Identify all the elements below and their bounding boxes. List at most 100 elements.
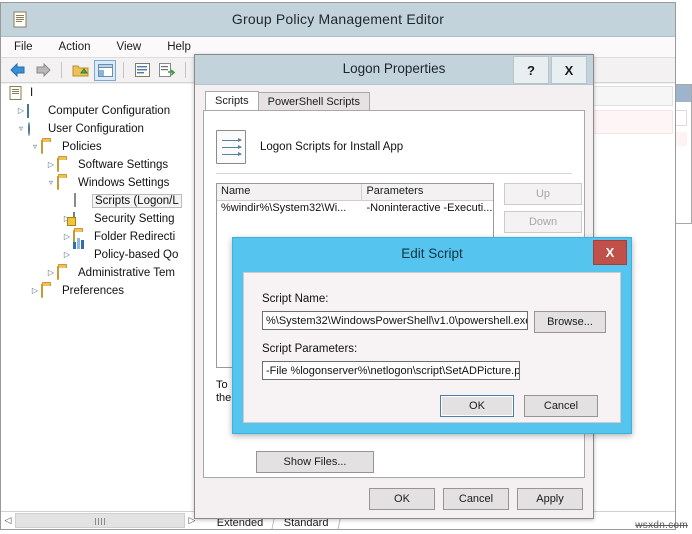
scripts-heading: Logon Scripts for Install App bbox=[260, 141, 404, 153]
close-button[interactable]: X bbox=[551, 56, 587, 84]
logon-properties-titlebar: Logon Properties ? X bbox=[195, 55, 593, 85]
bar-chart-icon bbox=[73, 237, 90, 263]
script-icon bbox=[73, 192, 90, 209]
chevron-down-icon[interactable]: ▿ bbox=[15, 120, 27, 138]
tree-root-label: I bbox=[30, 87, 34, 99]
toolbar-separator bbox=[123, 62, 124, 78]
tree-item-computer-configuration[interactable]: ▷ Computer Configuration bbox=[3, 102, 199, 120]
scripts-list-header: Name Parameters bbox=[217, 184, 493, 201]
tree-item-folder-redirection[interactable]: ▷ Folder Redirecti bbox=[3, 228, 199, 246]
screen: Group Policy Management Editor File Acti… bbox=[0, 0, 692, 534]
edit-script-title: Edit Script bbox=[401, 246, 463, 261]
edit-script-footer: OK Cancel bbox=[440, 395, 598, 417]
show-files-button[interactable]: Show Files... bbox=[256, 451, 374, 473]
folder-icon bbox=[41, 139, 58, 155]
ok-button[interactable]: OK bbox=[440, 395, 514, 417]
console-document-icon bbox=[9, 85, 26, 101]
tree-item-label: Preferences bbox=[62, 285, 125, 297]
back-button[interactable] bbox=[7, 60, 29, 81]
tree-root[interactable]: I bbox=[3, 84, 199, 102]
folder-icon bbox=[57, 175, 74, 191]
tree-item-label: Folder Redirecti bbox=[94, 231, 176, 243]
script-parameters-label: Script Parameters: bbox=[262, 343, 358, 355]
tree-item-policy-based-qos[interactable]: ▷ Policy-based Qo bbox=[3, 237, 199, 264]
edit-script-dialog: Edit Script X Script Name: %\System32\Wi… bbox=[232, 237, 632, 434]
script-parameters-text-before-caret: -File %logonserver%\netlogon\script bbox=[266, 364, 443, 377]
script-parameters-input[interactable]: -File %logonserver%\netlogon\script \SetA… bbox=[262, 361, 520, 380]
cell-parameters: -Noninteractive -Executi... bbox=[366, 202, 493, 214]
chevron-right-icon[interactable]: ▷ bbox=[61, 228, 73, 246]
edit-script-titlebar: Edit Script X bbox=[237, 240, 627, 270]
cancel-button[interactable]: Cancel bbox=[443, 488, 509, 510]
export-icon[interactable] bbox=[156, 60, 178, 81]
tree-item-security-settings[interactable]: ▷ Security Setting bbox=[3, 210, 199, 228]
user-icon bbox=[27, 121, 44, 137]
chevron-down-icon[interactable]: ▿ bbox=[45, 174, 57, 192]
tree-item-label: Administrative Tem bbox=[78, 267, 175, 279]
script-parameters-text-after-caret: \SetADPicture.ps1 bbox=[442, 364, 520, 377]
forward-button[interactable] bbox=[32, 60, 54, 81]
script-name-label: Script Name: bbox=[262, 293, 329, 305]
column-header-parameters[interactable]: Parameters bbox=[362, 184, 493, 200]
tree-item-label: Computer Configuration bbox=[48, 105, 171, 117]
menu-item-view[interactable]: View bbox=[114, 39, 145, 55]
chevron-right-icon[interactable]: ▷ bbox=[15, 102, 27, 120]
tree-item-administrative-templates[interactable]: ▷ Administrative Tem bbox=[3, 264, 199, 282]
properties-icon[interactable] bbox=[131, 60, 153, 81]
up-button[interactable]: Up bbox=[504, 183, 582, 205]
tree-item-label: Windows Settings bbox=[78, 177, 170, 189]
down-button[interactable]: Down bbox=[504, 211, 582, 233]
apply-button[interactable]: Apply bbox=[517, 488, 583, 510]
cancel-button[interactable]: Cancel bbox=[524, 395, 598, 417]
chevron-right-icon[interactable]: ▷ bbox=[61, 246, 73, 264]
tree-item-label: Software Settings bbox=[78, 159, 169, 171]
computer-icon bbox=[27, 103, 44, 119]
tree-item-policies[interactable]: ▿ Policies bbox=[3, 138, 199, 156]
folder-icon bbox=[57, 157, 74, 173]
chevron-right-icon[interactable]: ▷ bbox=[29, 282, 41, 300]
window-title: Group Policy Management Editor bbox=[231, 11, 445, 27]
edit-script-body: Script Name: %\System32\WindowsPowerShel… bbox=[243, 272, 621, 423]
scrollbar-grip bbox=[95, 518, 105, 525]
toolbar-separator bbox=[185, 62, 186, 78]
chevron-down-icon[interactable]: ▿ bbox=[29, 138, 41, 156]
security-lock-icon bbox=[73, 211, 90, 227]
tree-item-user-configuration[interactable]: ▿ User Configuration bbox=[3, 120, 199, 138]
folder-up-icon[interactable] bbox=[69, 60, 91, 81]
script-document-icon bbox=[216, 130, 246, 164]
tree-item-label: Security Setting bbox=[94, 213, 175, 225]
tab-powershell-scripts[interactable]: PowerShell Scripts bbox=[257, 92, 370, 110]
menu-item-help[interactable]: Help bbox=[164, 39, 194, 55]
horizontal-scrollbar[interactable] bbox=[15, 513, 185, 528]
properties-tabs: Scripts PowerShell Scripts bbox=[205, 91, 370, 110]
column-header-name[interactable]: Name bbox=[217, 184, 363, 200]
tree-item-label: Policy-based Qo bbox=[94, 249, 179, 261]
tree-item-windows-settings[interactable]: ▿ Windows Settings bbox=[3, 174, 199, 192]
header-divider bbox=[216, 173, 572, 174]
hscroll-left-arrow[interactable]: ◁ bbox=[1, 513, 15, 528]
table-row[interactable]: %windir%\System32\Wi... -Noninteractive … bbox=[217, 201, 493, 217]
help-button[interactable]: ? bbox=[513, 56, 549, 84]
tree-item-software-settings[interactable]: ▷ Software Settings bbox=[3, 156, 199, 174]
ok-button[interactable]: OK bbox=[369, 488, 435, 510]
tree-item-scripts-logon-logoff[interactable]: Scripts (Logon/L bbox=[3, 192, 199, 210]
tree-item-label: Policies bbox=[62, 141, 102, 153]
console-tree-pane[interactable]: I ▷ Computer Configuration ▿ User Config… bbox=[3, 84, 199, 511]
watermark: wsxdn.com bbox=[635, 520, 688, 531]
list-side-buttons: Up Down bbox=[504, 183, 582, 233]
close-icon[interactable]: X bbox=[593, 240, 627, 265]
browse-button[interactable]: Browse... bbox=[534, 311, 606, 333]
tab-scripts-label: Scripts bbox=[215, 95, 249, 107]
console-tree-icon[interactable] bbox=[94, 59, 116, 81]
chevron-right-icon[interactable]: ▷ bbox=[45, 156, 57, 174]
folder-icon bbox=[41, 283, 58, 299]
tree-item-preferences[interactable]: ▷ Preferences bbox=[3, 282, 199, 300]
menu-item-file[interactable]: File bbox=[11, 39, 36, 55]
scripts-header: Logon Scripts for Install App bbox=[216, 123, 572, 171]
chevron-right-icon[interactable]: ▷ bbox=[45, 264, 57, 282]
tree-item-label: Scripts (Logon/L bbox=[92, 194, 182, 208]
menu-item-action[interactable]: Action bbox=[56, 39, 94, 55]
tab-scripts[interactable]: Scripts bbox=[205, 91, 259, 110]
script-name-input[interactable]: %\System32\WindowsPowerShell\v1.0\powers… bbox=[262, 311, 528, 330]
cell-name: %windir%\System32\Wi... bbox=[221, 202, 347, 214]
